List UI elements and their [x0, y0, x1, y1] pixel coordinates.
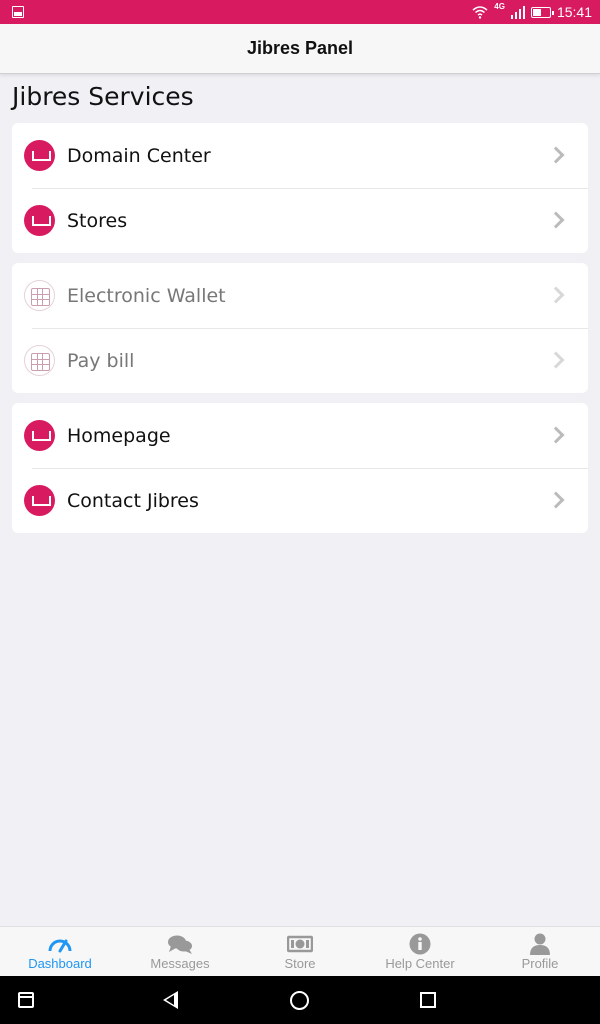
- tab-profile[interactable]: Profile: [480, 927, 600, 976]
- list-item-stores[interactable]: Stores: [12, 188, 588, 253]
- gallery-notification-icon: [12, 6, 24, 18]
- list-item-homepage[interactable]: Homepage: [12, 403, 588, 468]
- status-time: 15:41: [556, 4, 592, 20]
- signal-icon: [510, 5, 525, 19]
- list-item-electronic-wallet[interactable]: Electronic Wallet: [12, 263, 588, 328]
- briefcase-icon: [24, 205, 55, 236]
- tab-help-center[interactable]: Help Center: [360, 927, 480, 976]
- chevron-right-icon: [547, 491, 565, 509]
- back-icon[interactable]: [163, 991, 178, 1009]
- status-bar-right: 4G 15:41: [472, 0, 592, 24]
- list-item-pay-bill[interactable]: Pay bill: [12, 328, 588, 393]
- tab-messages[interactable]: Messages: [120, 927, 240, 976]
- bottom-tab-bar: Dashboard Messages Store Help Center Pro…: [0, 926, 600, 976]
- tab-dashboard[interactable]: Dashboard: [0, 927, 120, 976]
- info-icon: [409, 933, 431, 955]
- tab-store[interactable]: Store: [240, 927, 360, 976]
- list-item-label: Stores: [67, 209, 128, 232]
- tab-label: Messages: [150, 956, 210, 971]
- services-group-3: Homepage Contact Jibres: [12, 403, 588, 533]
- chevron-right-icon: [547, 286, 565, 304]
- chevron-right-icon: [547, 426, 565, 444]
- battery-icon: [530, 6, 554, 18]
- grid-icon: [24, 345, 55, 376]
- window-icon[interactable]: [18, 992, 34, 1008]
- briefcase-icon: [24, 420, 55, 451]
- grid-icon: [24, 280, 55, 311]
- section-title: Jibres Services: [12, 82, 194, 111]
- list-item-domain-center[interactable]: Domain Center: [12, 123, 588, 188]
- chevron-right-icon: [547, 211, 565, 229]
- list-item-label: Electronic Wallet: [67, 284, 226, 307]
- services-group-2: Electronic Wallet Pay bill: [12, 263, 588, 393]
- tab-label: Help Center: [385, 956, 455, 971]
- cash-icon: [287, 935, 313, 953]
- chevron-right-icon: [547, 146, 565, 164]
- chevron-right-icon: [547, 351, 565, 369]
- chat-bubbles-icon: [168, 935, 192, 954]
- list-item-label: Homepage: [67, 424, 171, 447]
- network-type-label: 4G: [494, 1, 505, 11]
- services-group-1: Domain Center Stores: [12, 123, 588, 253]
- home-icon[interactable]: [290, 991, 309, 1010]
- wifi-icon: [472, 5, 488, 19]
- list-item-label: Contact Jibres: [67, 489, 199, 512]
- system-nav-bar: [0, 976, 600, 1024]
- app-title: Jibres Panel: [246, 38, 354, 58]
- status-bar: 4G 15:41: [0, 0, 600, 24]
- recents-icon[interactable]: [420, 992, 436, 1008]
- speedometer-icon: [48, 939, 72, 953]
- person-icon: [530, 933, 550, 955]
- app-bar: Jibres Panel: [0, 24, 600, 74]
- briefcase-icon: [24, 485, 55, 516]
- list-item-label: Pay bill: [67, 349, 135, 372]
- list-item-label: Domain Center: [67, 144, 211, 167]
- tab-label: Store: [284, 956, 316, 971]
- briefcase-icon: [24, 140, 55, 171]
- tab-label: Profile: [521, 956, 559, 971]
- list-item-contact-jibres[interactable]: Contact Jibres: [12, 468, 588, 533]
- tab-label: Dashboard: [28, 956, 92, 971]
